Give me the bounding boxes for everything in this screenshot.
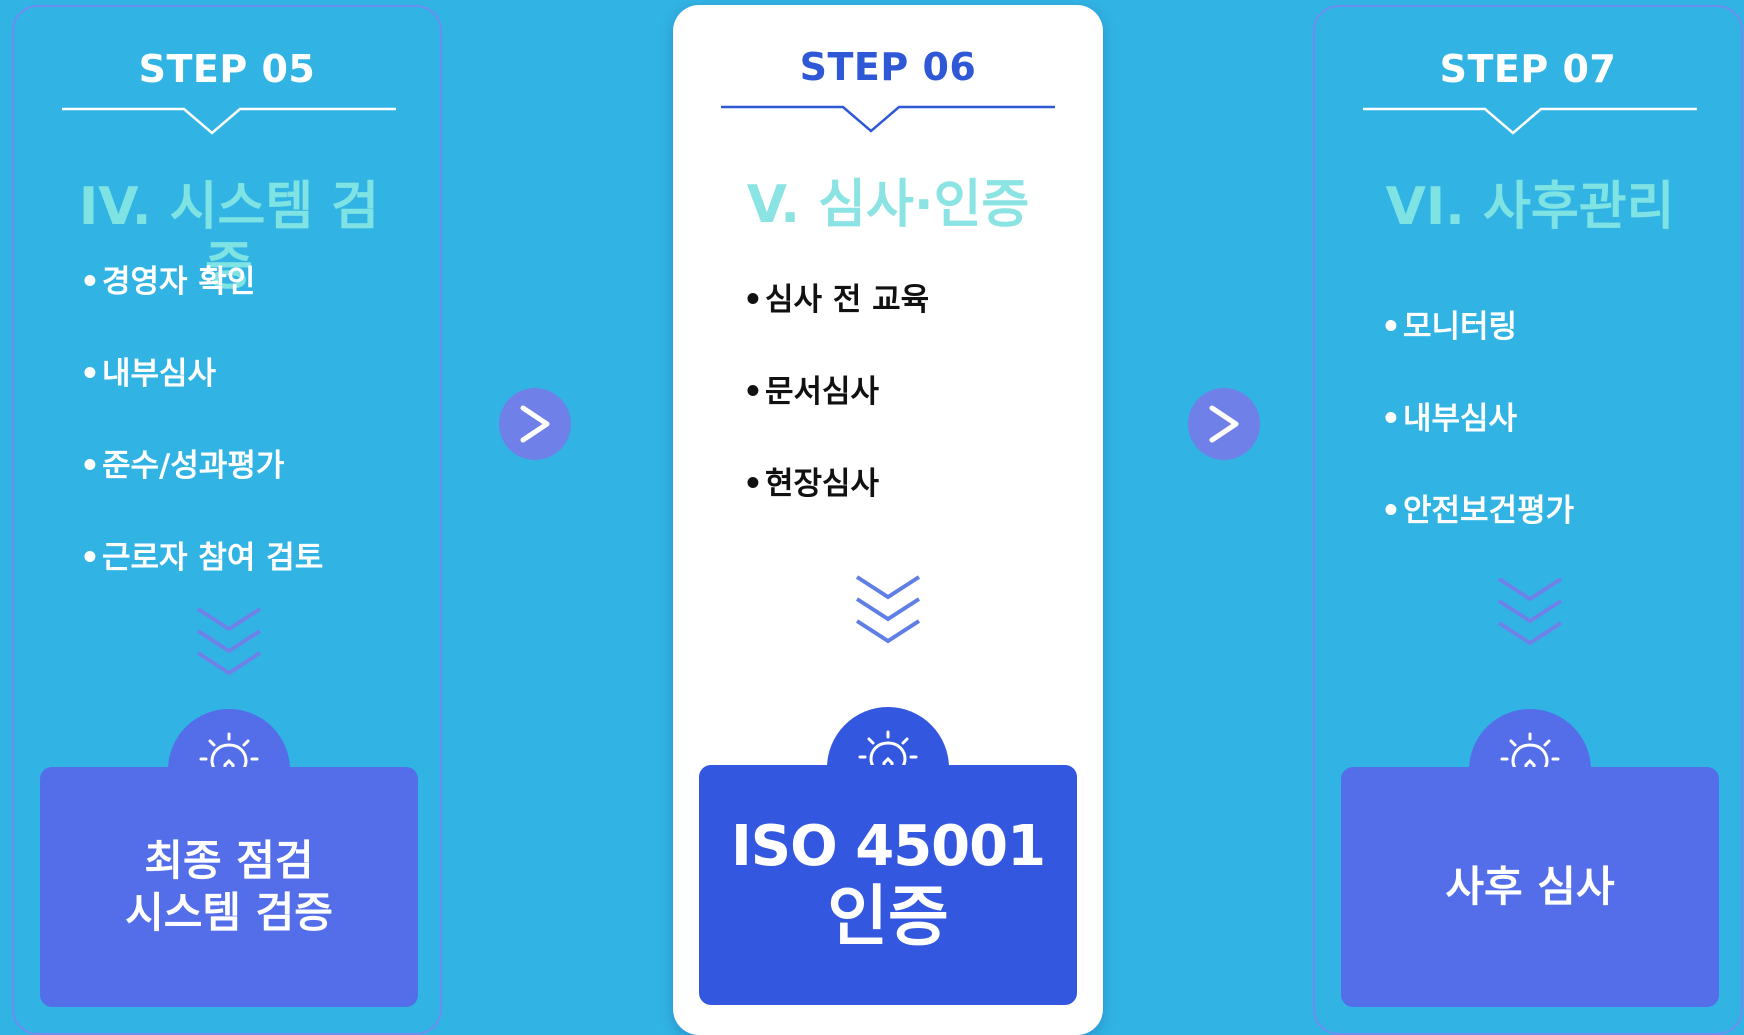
result-line-2: 시스템 검증 [125, 888, 333, 937]
list-item: •문서심사 [743, 372, 929, 464]
result-box: ISO 45001 인증 [699, 765, 1077, 1005]
bullet: • [1381, 493, 1401, 529]
bullet: • [80, 356, 100, 392]
phase-title: VI. 사후관리 [1385, 177, 1675, 237]
list-item: •모니터링 [1381, 307, 1574, 399]
list-item-label: 현장심사 [765, 466, 880, 502]
result-box: 사후 심사 [1341, 767, 1719, 1007]
task-list: •모니터링 •내부심사 •안전보건평가 [1381, 307, 1574, 583]
chevron-right-icon [520, 405, 550, 443]
task-list: •경영자 확인 •내부심사 •준수/성과평가 •근로자 참여 검토 [80, 262, 323, 630]
task-list: •심사 전 교육 •문서심사 •현장심사 [743, 280, 929, 556]
bullet: • [743, 466, 763, 502]
list-item: •준수/성과평가 [80, 446, 323, 538]
notch-divider [721, 105, 1055, 133]
list-item-label: 준수/성과평가 [102, 448, 285, 484]
list-item: •내부심사 [80, 354, 323, 446]
list-item-label: 안전보건평가 [1403, 493, 1575, 529]
double-chevron-down-icon [855, 575, 921, 644]
bullet: • [743, 282, 763, 318]
list-item-label: 경영자 확인 [102, 264, 256, 300]
result-line-1: 최종 점검 [144, 836, 314, 885]
notch-divider [62, 107, 396, 135]
list-item-label: 문서심사 [765, 374, 880, 410]
list-item-label: 심사 전 교육 [765, 282, 930, 318]
list-item: •경영자 확인 [80, 262, 323, 354]
list-item-label: 모니터링 [1403, 309, 1518, 345]
phase-title: V. 심사·인증 [746, 175, 1030, 235]
step-label: STEP 06 [799, 45, 977, 89]
list-item: •안전보건평가 [1381, 491, 1574, 583]
double-chevron-down-icon [196, 607, 262, 676]
bullet: • [80, 448, 100, 484]
list-item-label: 내부심사 [102, 356, 217, 392]
bullet: • [80, 540, 100, 576]
list-item-label: 내부심사 [1403, 401, 1518, 437]
bullet: • [1381, 309, 1401, 345]
step-label: STEP 05 [138, 47, 316, 91]
list-item: •내부심사 [1381, 399, 1574, 491]
next-step-button[interactable] [499, 388, 571, 460]
result-box: 최종 점검 시스템 검증 [40, 767, 418, 1007]
step-card-05: STEP 05 IV. 시스템 검증 •경영자 확인 •내부심사 •준수/성과평… [12, 5, 442, 1035]
result-line-1: 사후 심사 [1445, 862, 1615, 911]
list-item: •심사 전 교육 [743, 280, 929, 372]
chevron-right-icon [1209, 405, 1239, 443]
bullet: • [743, 374, 763, 410]
notch-divider [1363, 107, 1697, 135]
bullet: • [80, 264, 100, 300]
list-item-label: 근로자 참여 검토 [102, 540, 324, 576]
list-item: •현장심사 [743, 464, 929, 556]
result-line-1: ISO 45001 [730, 814, 1046, 879]
step-card-07: STEP 07 VI. 사후관리 •모니터링 •내부심사 •안전보건평가 사후 … [1313, 5, 1743, 1035]
bullet: • [1381, 401, 1401, 437]
step-card-06: STEP 06 V. 심사·인증 •심사 전 교육 •문서심사 •현장심사 IS… [673, 5, 1103, 1035]
result-line-2: 인증 [827, 878, 949, 955]
double-chevron-down-icon [1497, 577, 1563, 646]
step-label: STEP 07 [1439, 47, 1617, 91]
next-step-button[interactable] [1188, 388, 1260, 460]
